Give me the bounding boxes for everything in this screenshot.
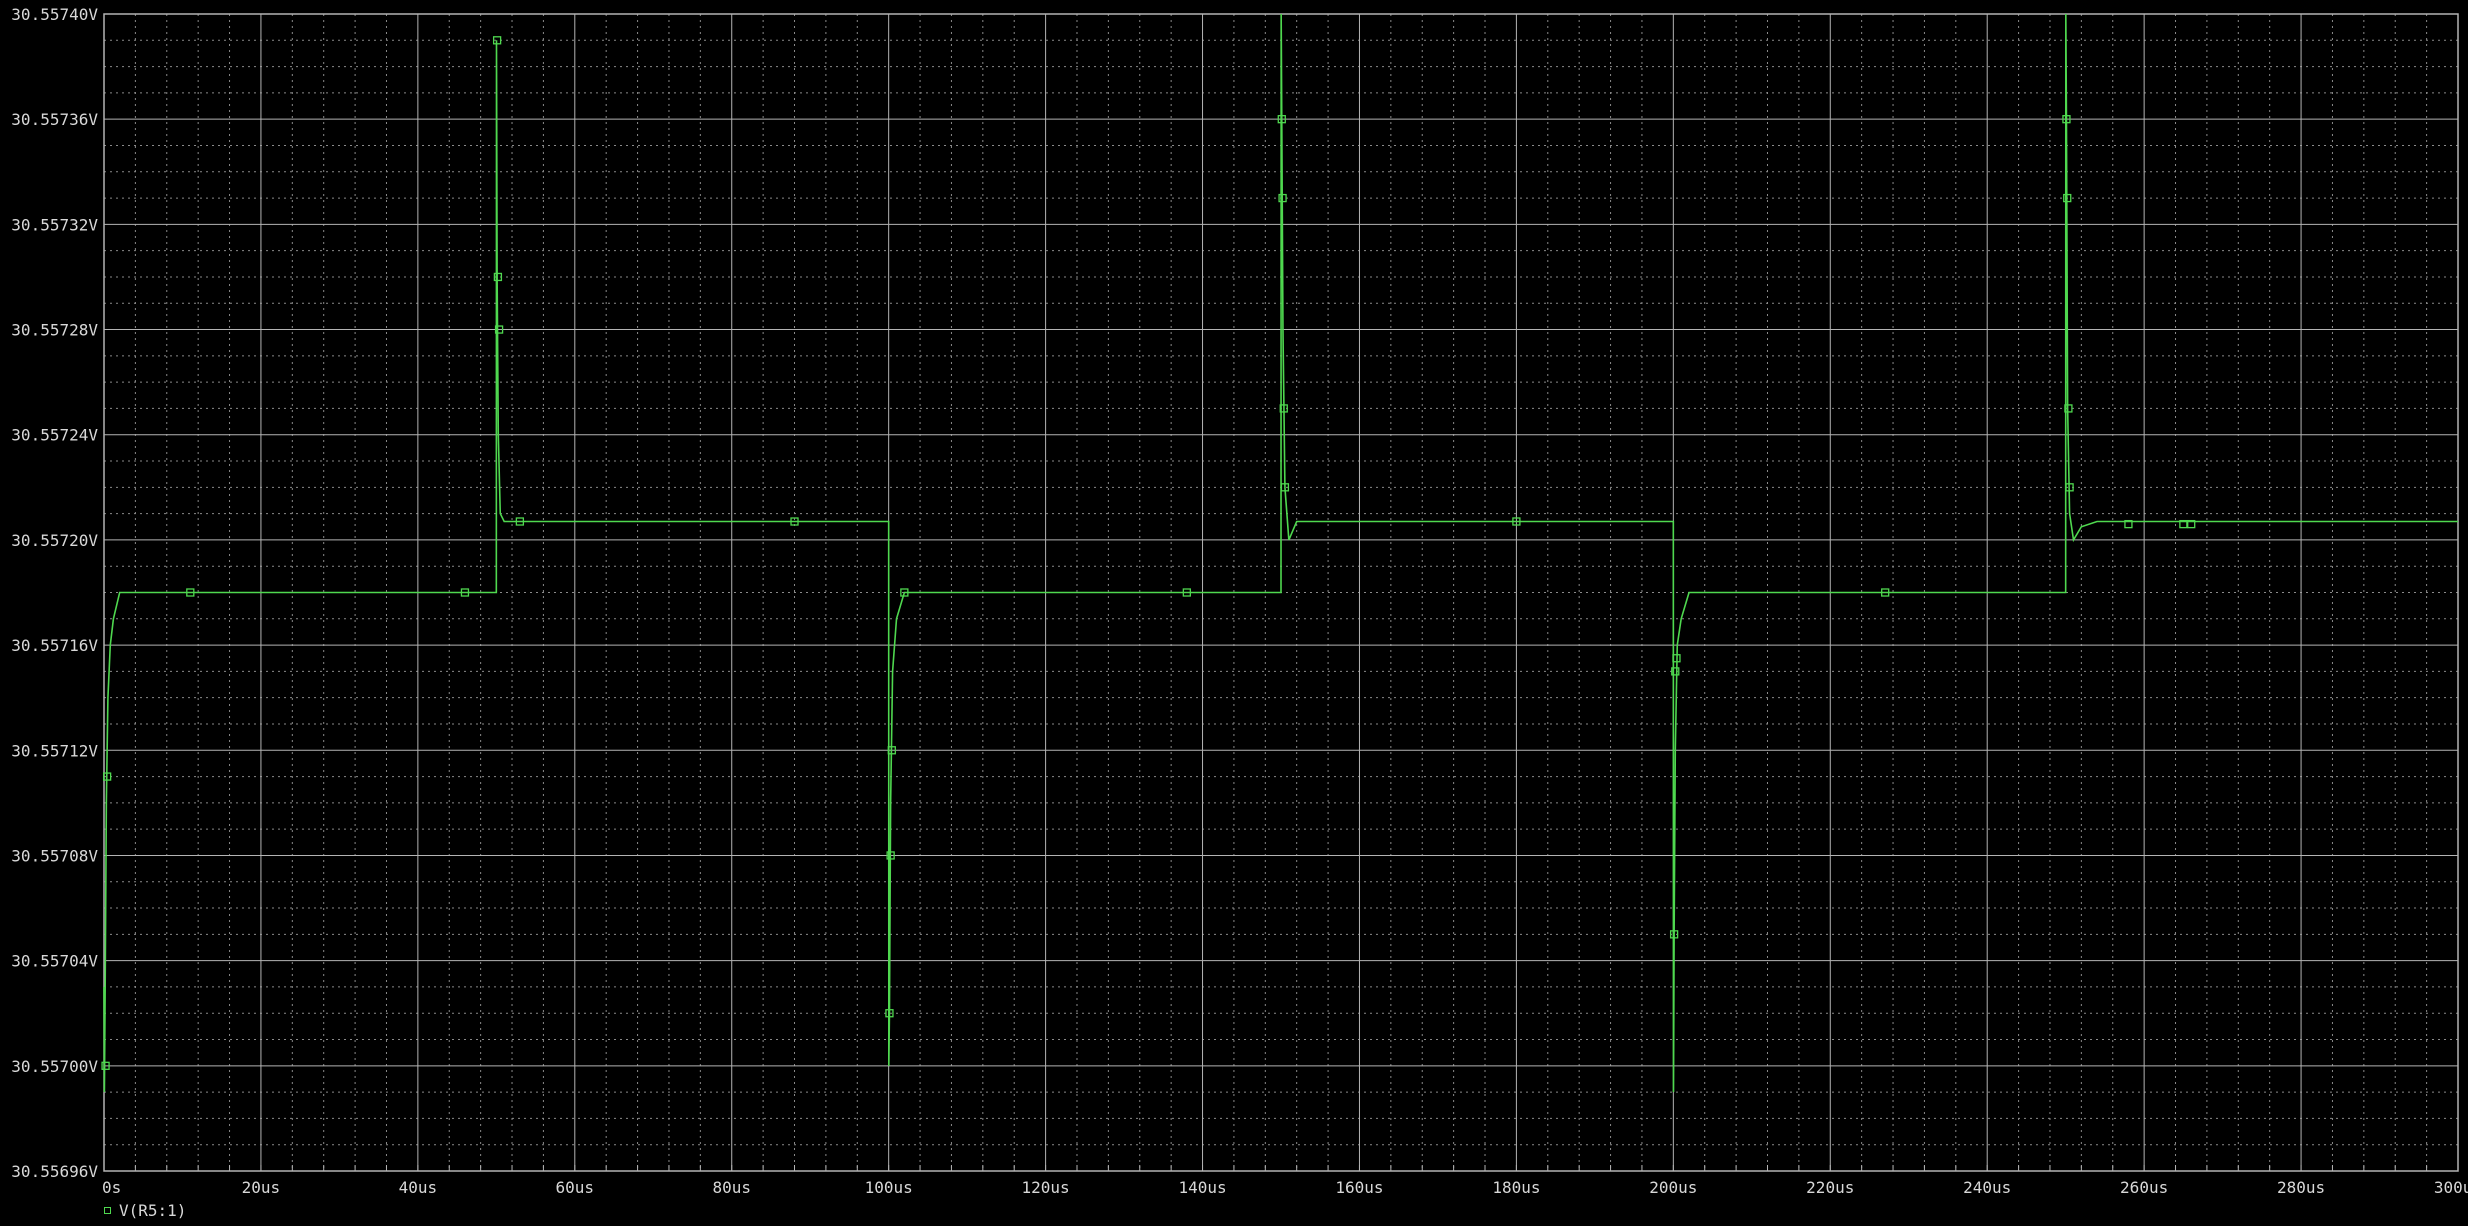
x-tick-label: 60us (556, 1178, 595, 1197)
y-tick-label: 30.55716V (11, 636, 98, 655)
x-tick-label: 0s (102, 1178, 121, 1197)
x-tick-label: 140us (1178, 1178, 1226, 1197)
x-tick-label: 40us (399, 1178, 438, 1197)
x-tick-label: 280us (2277, 1178, 2325, 1197)
y-tick-label: 30.55740V (11, 5, 98, 24)
y-tick-label: 30.55704V (11, 952, 98, 971)
y-tick-label: 30.55696V (11, 1162, 98, 1181)
y-tick-label: 30.55720V (11, 531, 98, 550)
legend: V(R5:1) (104, 1201, 186, 1220)
x-tick-label: 120us (1022, 1178, 1070, 1197)
y-tick-label: 30.55732V (11, 215, 98, 234)
x-tick-label: 240us (1963, 1178, 2011, 1197)
x-tick-label: 220us (1806, 1178, 1854, 1197)
y-tick-label: 30.55712V (11, 741, 98, 760)
x-tick-label: 180us (1492, 1178, 1540, 1197)
y-tick-label: 30.55724V (11, 426, 98, 445)
x-tick-label: 20us (242, 1178, 281, 1197)
y-tick-label: 30.55728V (11, 321, 98, 340)
x-tick-label: 80us (712, 1178, 751, 1197)
plot-window: 30.55696V 30.55700V 30.55704V 30.55708V 30.5… (0, 0, 2468, 1226)
x-tick-label: 300us (2434, 1178, 2468, 1197)
x-tick-label: 200us (1649, 1178, 1697, 1197)
x-tick-label: 100us (865, 1178, 913, 1197)
square-marker-icon (104, 1207, 111, 1214)
chart-svg: 30.55696V 30.55700V 30.55704V 30.55708V 30.5… (11, 5, 2468, 1197)
y-tick-label: 30.55736V (11, 110, 98, 129)
x-tick-label: 260us (2120, 1178, 2168, 1197)
y-tick-label: 30.55708V (11, 846, 98, 865)
legend-label: V(R5:1) (119, 1201, 187, 1220)
series-line-v-r5-1 (103, 13, 2458, 1093)
y-tick-label: 30.55700V (11, 1057, 98, 1076)
x-tick-label: 160us (1335, 1178, 1383, 1197)
